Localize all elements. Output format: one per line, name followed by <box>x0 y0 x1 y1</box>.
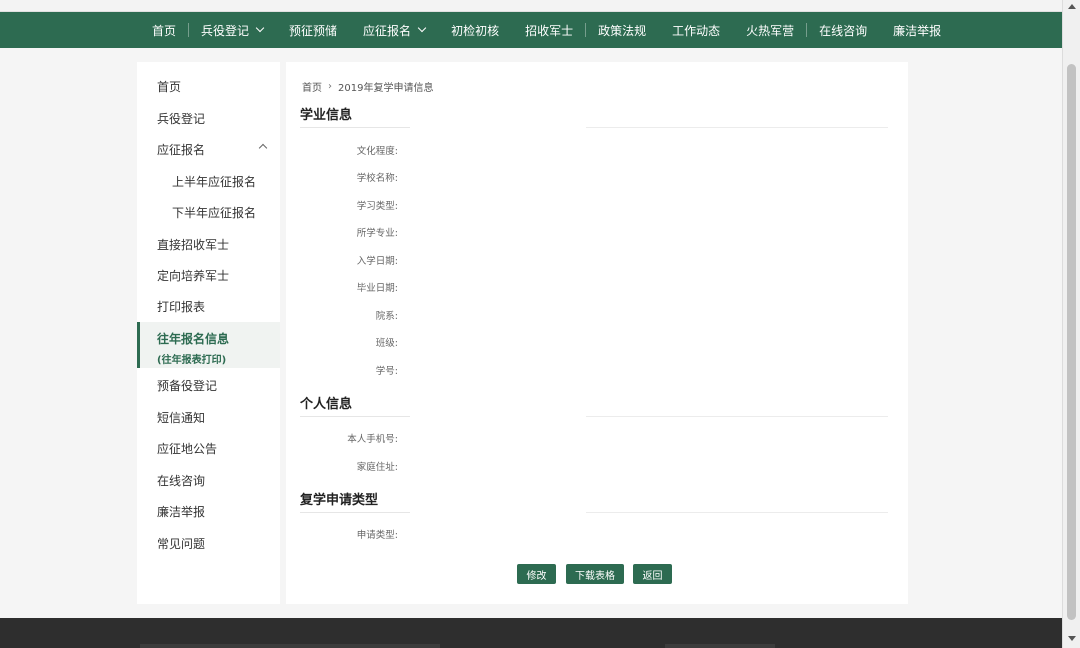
section-divider <box>300 512 410 513</box>
scroll-up-icon[interactable] <box>1068 4 1076 9</box>
nav-online-consult[interactable]: 在线咨询 <box>815 12 871 48</box>
sidebar-item-label: 预备役登记 <box>157 379 218 393</box>
nav-label: 火热军营 <box>746 23 795 38</box>
field-label-school: 学校名称: <box>356 173 398 184</box>
sidebar-item-military-registration[interactable]: 兵役登记 <box>137 110 280 127</box>
sidebar-item-label: 在线咨询 <box>157 474 206 488</box>
breadcrumb-home[interactable]: 首页 <box>302 79 322 94</box>
nav-policies[interactable]: 政策法规 <box>594 12 650 48</box>
footer-text-cut <box>140 644 440 648</box>
nav-pre-enlistment[interactable]: 预征预储 <box>285 12 341 48</box>
section-divider <box>300 127 410 128</box>
sidebar-item-label: 首页 <box>157 80 182 94</box>
sidebar: 首页 兵役登记 应征报名 上半年应征报名 下半年应征报名 直接招收军士 定向培养… <box>137 62 280 604</box>
nav-label: 首页 <box>152 23 177 38</box>
sidebar-item-print-reports[interactable]: 打印报表 <box>137 298 280 315</box>
field-label-department: 院系: <box>375 311 398 322</box>
sidebar-item-label: 兵役登记 <box>157 112 206 126</box>
nav-label: 在线咨询 <box>819 23 868 38</box>
sidebar-item-local-announcement[interactable]: 应征地公告 <box>137 440 280 457</box>
nav-integrity-report[interactable]: 廉洁举报 <box>889 12 945 48</box>
nav-label: 初检初核 <box>451 23 500 38</box>
edit-button[interactable]: 修改 <box>517 564 556 584</box>
nav-enlistment-application[interactable]: 应征报名 <box>359 12 429 48</box>
top-nav: 首页 兵役登记 预征预储 应征报名 初检初核 招收军士 政策法规 工作动态 火热… <box>0 12 1062 48</box>
sidebar-item-label: 往年报名信息 <box>157 332 230 346</box>
nav-label: 兵役登记 <box>201 23 250 38</box>
footer <box>0 618 1062 648</box>
sidebar-item-second-half-application[interactable]: 下半年应征报名 <box>137 204 280 221</box>
field-label-phone: 本人手机号: <box>347 434 398 445</box>
section-divider <box>586 127 888 128</box>
chevron-up-icon <box>258 143 268 153</box>
chevron-down-icon <box>417 23 427 33</box>
sidebar-item-sublabel: (往年报表打印) <box>157 355 227 366</box>
sidebar-item-faq[interactable]: 常见问题 <box>137 535 280 552</box>
sidebar-item-direct-nco[interactable]: 直接招收军士 <box>137 236 280 253</box>
sidebar-item-label: 常见问题 <box>157 537 206 551</box>
nav-divider <box>188 23 190 37</box>
nav-home[interactable]: 首页 <box>148 12 180 48</box>
sidebar-item-label: 短信通知 <box>157 411 206 425</box>
nav-divider <box>806 23 808 37</box>
scroll-thumb[interactable] <box>1067 64 1076 620</box>
sidebar-item-enlistment-application[interactable]: 应征报名 <box>137 141 280 158</box>
scroll-down-icon[interactable] <box>1068 636 1076 641</box>
nav-label: 招收军士 <box>525 23 574 38</box>
sidebar-item-first-half-application[interactable]: 上半年应征报名 <box>137 173 280 190</box>
section-title-academic: 学业信息 <box>300 108 353 123</box>
nav-divider <box>585 23 587 37</box>
field-label-application-type: 申请类型: <box>356 530 398 541</box>
sidebar-item-label: 应征报名 <box>157 143 206 157</box>
field-label-graduation-date: 毕业日期: <box>356 283 398 294</box>
download-form-button[interactable]: 下载表格 <box>566 564 624 584</box>
sidebar-item-label: 下半年应征报名 <box>172 206 257 220</box>
sidebar-item-past-applications[interactable]: 往年报名信息 (往年报表打印) <box>137 322 280 368</box>
field-label-education: 文化程度: <box>356 146 398 157</box>
nav-nco-recruitment[interactable]: 招收军士 <box>521 12 577 48</box>
sidebar-item-label: 直接招收军士 <box>157 238 230 252</box>
sidebar-item-label: 打印报表 <box>157 300 206 314</box>
field-label-student-id: 学号: <box>375 366 398 377</box>
sidebar-item-label: 上半年应征报名 <box>172 175 257 189</box>
nav-news[interactable]: 工作动态 <box>668 12 724 48</box>
nav-initial-check[interactable]: 初检初核 <box>447 12 503 48</box>
vertical-scrollbar[interactable] <box>1062 0 1080 648</box>
sidebar-item-integrity-report[interactable]: 廉洁举报 <box>137 503 280 520</box>
nav-military-registration[interactable]: 兵役登记 <box>197 12 267 48</box>
section-title-application-type: 复学申请类型 <box>300 493 379 508</box>
nav-label: 预征预储 <box>289 23 338 38</box>
section-divider <box>300 416 410 417</box>
top-strip <box>0 0 1062 12</box>
breadcrumb-current: 2019年复学申请信息 <box>338 83 434 94</box>
nav-label: 廉洁举报 <box>893 23 942 38</box>
chevron-down-icon <box>255 23 265 33</box>
sidebar-item-directed-nco[interactable]: 定向培养军士 <box>137 267 280 284</box>
field-label-address: 家庭住址: <box>356 462 398 473</box>
nav-label: 应征报名 <box>363 23 412 38</box>
sidebar-item-reserve-registration[interactable]: 预备役登记 <box>137 377 280 394</box>
breadcrumb: 首页 › 2019年复学申请信息 <box>302 79 433 94</box>
sidebar-item-label: 定向培养军士 <box>157 269 230 283</box>
main-content: 首页 › 2019年复学申请信息 学业信息 文化程度: 学校名称: 学习类型: … <box>286 62 908 604</box>
sidebar-item-sms-notice[interactable]: 短信通知 <box>137 409 280 426</box>
nav-label: 政策法规 <box>598 23 647 38</box>
field-label-enroll-date: 入学日期: <box>356 256 398 267</box>
sidebar-item-label: 应征地公告 <box>157 442 218 456</box>
breadcrumb-separator-icon: › <box>328 81 332 92</box>
sidebar-item-home[interactable]: 首页 <box>137 78 280 95</box>
section-title-personal: 个人信息 <box>300 397 353 412</box>
field-label-class: 班级: <box>375 338 398 349</box>
nav-label: 工作动态 <box>672 23 721 38</box>
back-button[interactable]: 返回 <box>633 564 672 584</box>
section-divider <box>586 512 888 513</box>
field-label-major: 所学专业: <box>356 228 398 239</box>
field-label-study-type: 学习类型: <box>356 201 398 212</box>
sidebar-item-online-consult[interactable]: 在线咨询 <box>137 472 280 489</box>
footer-text-cut <box>665 644 775 648</box>
section-divider <box>586 416 888 417</box>
sidebar-item-label: 廉洁举报 <box>157 505 206 519</box>
nav-barracks[interactable]: 火热军营 <box>742 12 798 48</box>
